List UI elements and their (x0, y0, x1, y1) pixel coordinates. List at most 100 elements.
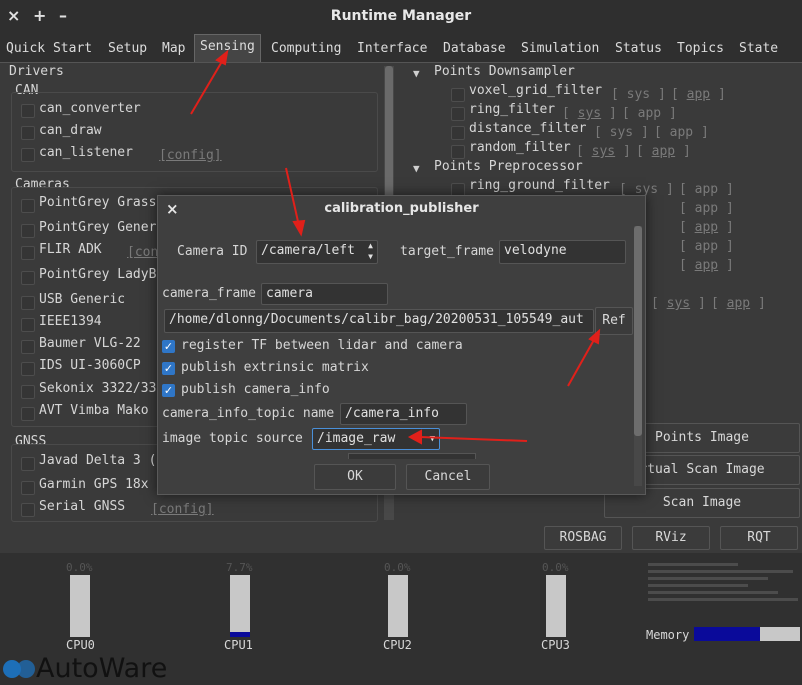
dialog-scrollbar[interactable] (634, 226, 642, 486)
can-draw-checkbox[interactable] (21, 126, 35, 140)
camera-label-0: PointGrey Grass (39, 195, 157, 210)
row9-sys-link[interactable]: sys (667, 296, 690, 311)
cpu2-label: CPU2 (383, 638, 412, 652)
row6-app-link[interactable]: app (695, 220, 718, 235)
camera-checkbox-9[interactable] (21, 407, 35, 421)
preprocessor-expand-icon[interactable]: ▼ (413, 162, 420, 175)
voxel-sys-link[interactable]: sys (627, 87, 650, 102)
random-filter-checkbox[interactable] (451, 145, 465, 159)
spin-arrows-icon[interactable]: ▲ ▼ (368, 241, 373, 262)
ring-ground-app-bracket: [ app ] (679, 182, 734, 197)
cpu3-value: 0.0% (542, 561, 569, 574)
ref-button[interactable]: Ref (595, 307, 633, 335)
camera-info-topic-input[interactable]: /camera_info (340, 403, 467, 425)
camera-label-1: PointGrey Gener (39, 220, 157, 235)
logo-text: AutoWare (36, 653, 168, 684)
chevron-down-icon[interactable]: ▼ (430, 429, 435, 449)
camera-checkbox-8[interactable] (21, 385, 35, 399)
camera-checkbox-3[interactable] (21, 271, 35, 285)
flir-config-link[interactable]: [con (127, 245, 158, 260)
can-listener-label: can_listener (39, 145, 133, 160)
tab-state[interactable]: State (739, 38, 778, 60)
left-panel-scroll-thumb[interactable] (385, 66, 393, 206)
can-listener-checkbox[interactable] (21, 148, 35, 162)
image-topic-label: image topic source (162, 431, 303, 446)
row5-app-link[interactable]: app (695, 201, 718, 216)
camera-id-value: /camera/left (261, 243, 355, 258)
memory-bar-fill (694, 627, 760, 641)
random-app-link[interactable]: app (652, 144, 675, 159)
random-app-bracket: [ app ] (636, 144, 691, 159)
gnss-checkbox-2[interactable] (21, 503, 35, 517)
tab-simulation[interactable]: Simulation (521, 38, 599, 60)
ring-app-link[interactable]: app (638, 106, 661, 121)
camera-checkbox-6[interactable] (21, 340, 35, 354)
ring-app-bracket: [ app ] (622, 106, 677, 121)
gnss-label-2: Serial GNSS (39, 499, 126, 514)
row7-app-link[interactable]: app (695, 239, 718, 254)
hidden-next-field (348, 453, 476, 459)
target-frame-label: target_frame (400, 244, 494, 259)
tab-setup[interactable]: Setup (108, 38, 147, 60)
camera-checkbox-2[interactable] (21, 246, 35, 260)
random-sys-link[interactable]: sys (592, 144, 615, 159)
rqt-button[interactable]: RQT (720, 526, 798, 550)
ok-button[interactable]: OK (314, 464, 396, 490)
can-listener-config-link[interactable]: [config] (159, 148, 222, 163)
row6-app-bracket: [ app ] (679, 220, 734, 235)
distance-app-link[interactable]: app (670, 125, 693, 140)
random-filter-label: random_filter (469, 140, 571, 155)
rviz-button[interactable]: RViz (632, 526, 710, 550)
tab-interface[interactable]: Interface (357, 38, 427, 60)
tab-computing[interactable]: Computing (271, 38, 341, 60)
gnss-checkbox-1[interactable] (21, 481, 35, 495)
camera-label-8: Sekonix 3322/33 (39, 381, 157, 396)
register-tf-checkbox[interactable]: ✓ (162, 340, 175, 353)
ring-sys-link[interactable]: sys (578, 106, 601, 121)
camera-checkbox-1[interactable] (21, 224, 35, 238)
downsampler-expand-icon[interactable]: ▼ (413, 67, 420, 80)
window-title: Runtime Manager (330, 8, 472, 24)
camera-checkbox-4[interactable] (21, 296, 35, 310)
image-topic-combobox[interactable]: /image_raw ▼ (312, 428, 440, 450)
row9-app-link[interactable]: app (727, 296, 750, 311)
ring-filter-checkbox[interactable] (451, 107, 465, 121)
target-frame-input[interactable]: velodyne (499, 240, 626, 264)
tab-database[interactable]: Database (443, 38, 506, 60)
camera-frame-label: camera_frame (162, 286, 256, 301)
row7-app-bracket: [ app ] (679, 239, 734, 254)
distance-sys-link[interactable]: sys (610, 125, 633, 140)
camera-frame-input[interactable]: camera (261, 283, 388, 305)
cpu0-value: 0.0% (66, 561, 93, 574)
publish-extrinsic-checkbox[interactable]: ✓ (162, 362, 175, 375)
camera-label-9: AVT Vimba Mako (39, 403, 149, 418)
cancel-button[interactable]: Cancel (406, 464, 490, 490)
tab-sensing[interactable]: Sensing (194, 34, 261, 62)
tab-quick-start[interactable]: Quick Start (6, 38, 92, 60)
rosbag-button[interactable]: ROSBAG (544, 526, 622, 550)
row8-app-link[interactable]: app (695, 258, 718, 273)
camera-label-6: Baumer VLG-22 (39, 336, 141, 351)
serial-gnss-config-link[interactable]: [config] (151, 502, 214, 517)
publish-camera-info-checkbox[interactable]: ✓ (162, 384, 175, 397)
gnss-checkbox-0[interactable] (21, 457, 35, 471)
tab-topics[interactable]: Topics (677, 38, 724, 60)
voxel-app-link[interactable]: app (687, 87, 710, 102)
cpu3-label: CPU3 (541, 638, 570, 652)
can-converter-checkbox[interactable] (21, 104, 35, 118)
ring-ground-app-link[interactable]: app (695, 182, 718, 197)
tab-bar: Quick Start Setup Map Sensing Computing … (0, 34, 802, 63)
tab-status[interactable]: Status (615, 38, 662, 60)
camera-checkbox-7[interactable] (21, 362, 35, 376)
camera-id-select[interactable]: /camera/left ▲ ▼ (256, 240, 378, 264)
tab-map[interactable]: Map (162, 38, 185, 60)
can-draw-label: can_draw (39, 123, 102, 138)
camera-checkbox-0[interactable] (21, 199, 35, 213)
camera-checkbox-5[interactable] (21, 318, 35, 332)
dialog-scroll-thumb[interactable] (634, 226, 642, 436)
downsampler-title: Points Downsampler (434, 64, 575, 79)
calibration-file-path-input[interactable]: /home/dlonng/Documents/calibr_bag/202005… (164, 309, 594, 333)
distance-filter-checkbox[interactable] (451, 126, 465, 140)
voxel-grid-filter-checkbox[interactable] (451, 88, 465, 102)
autoware-logo-mark-icon (3, 660, 35, 678)
